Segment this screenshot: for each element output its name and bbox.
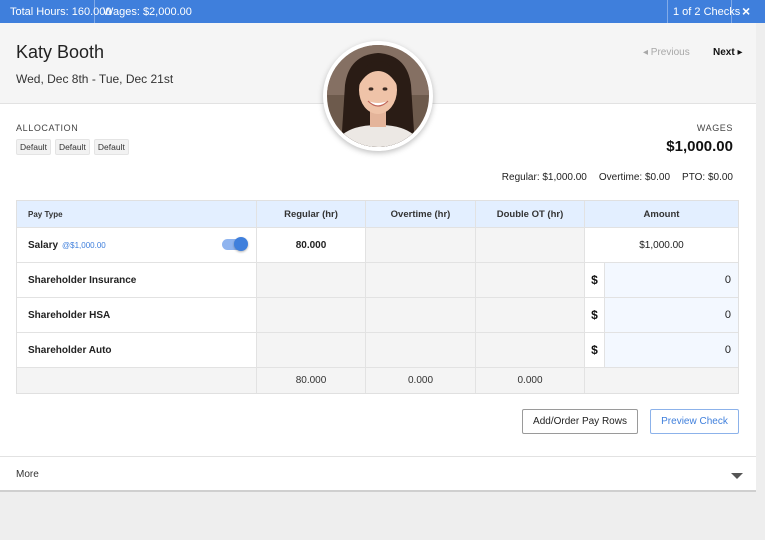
regular-hours-cell [257,333,366,367]
avatar [323,41,433,151]
topbar-divider [94,0,95,23]
total-hours-text: Total Hours: 160.000 [10,6,112,18]
table-row: Shareholder HSA $ 0 [17,298,738,333]
pay-type-label: Shareholder Auto [17,333,257,367]
regular-hours-input[interactable]: 80.000 [257,228,366,262]
table-row: Shareholder Auto $ 0 [17,333,738,368]
more-label: More [16,469,39,480]
allocation-chips: Default Default Default [16,139,129,155]
allocation-chip[interactable]: Default [54,139,90,155]
table-header-row: Pay Type Regular (hr) Overtime (hr) Doub… [17,201,738,228]
table-row: Salary @$1,000.00 80.000 $1,000.00 [17,228,738,263]
amount-cell: $1,000.00 [639,239,684,251]
overtime-hours-cell [366,298,476,332]
total-double-ot: 0.000 [476,368,585,393]
overtime-hours-cell [366,333,476,367]
amount-input[interactable]: 0 [605,263,738,297]
previous-button[interactable]: ◂ Previous [643,47,690,58]
wage-breakdown: Regular: $1,000.00 Overtime: $0.00 PTO: … [502,172,733,183]
table-row: Shareholder Insurance $ 0 [17,263,738,298]
employee-name: Katy Booth [16,42,105,62]
next-button[interactable]: Next ▸ [713,47,742,58]
pay-period-dates: Wed, Dec 8th - Tue, Dec 21st [16,72,174,86]
add-order-pay-rows-button[interactable]: Add/Order Pay Rows [522,409,638,434]
regular-hours-cell [257,263,366,297]
pay-type-label: Shareholder HSA [17,298,257,332]
double-ot-hours-cell [476,228,585,262]
total-amount [585,368,738,393]
pay-type-cell: Salary @$1,000.00 [17,228,257,262]
total-overtime: 0.000 [366,368,476,393]
preview-check-button[interactable]: Preview Check [650,409,739,434]
header-regular: Regular (hr) [257,201,366,227]
header-pay-type: Pay Type [17,201,257,227]
overtime-wages: Overtime: $0.00 [598,172,671,183]
topbar-divider [667,0,668,23]
pay-type-label: Salary [28,239,59,251]
wages-text: Wages: $2,000.00 [103,6,192,18]
dollar-icon: $ [585,298,605,332]
header-amount: Amount [643,208,680,220]
pay-type-label: Shareholder Insurance [17,263,257,297]
overtime-hours-cell [366,228,476,262]
allocation-chip[interactable]: Default [93,139,129,155]
dollar-icon: $ [585,333,605,367]
double-ot-hours-cell [476,298,585,332]
allocation-chip[interactable]: Default [16,139,51,155]
wages-amount: $1,000.00 [666,138,733,155]
total-regular: 80.000 [257,368,366,393]
close-icon[interactable]: × [742,3,750,19]
employee-photo-icon [327,45,429,147]
regular-hours-cell [257,298,366,332]
pto-wages: PTO: $0.00 [682,172,733,183]
header-double-ot: Double OT (hr) [476,201,585,227]
topbar-divider [731,0,732,23]
chevron-down-icon [731,473,743,479]
salary-toggle[interactable] [222,237,248,251]
dollar-icon: $ [585,263,605,297]
amount-input[interactable]: 0 [605,298,738,332]
totals-row: 80.000 0.000 0.000 [17,368,738,393]
totals-label-cell [17,368,257,393]
amount-input[interactable]: 0 [605,333,738,367]
amount-cell: $ 0 [585,333,738,367]
pay-rows-table: Pay Type Regular (hr) Overtime (hr) Doub… [16,200,739,394]
salary-rate: @$1,000.00 [62,240,106,250]
wages-title: WAGES [696,123,733,133]
allocation-title: ALLOCATION [16,123,79,133]
regular-wages: Regular: $1,000.00 [501,172,587,183]
double-ot-hours-cell [476,333,585,367]
toggle-knob [234,237,248,251]
amount-cell: $ 0 [585,298,738,332]
double-ot-hours-cell [476,263,585,297]
top-summary-bar: Total Hours: 160.000 Wages: $2,000.00 1 … [0,0,765,23]
header-overtime: Overtime (hr) [366,201,476,227]
check-card: Katy Booth Wed, Dec 8th - Tue, Dec 21st … [0,23,756,492]
amount-cell: $ 0 [585,263,738,297]
overtime-hours-cell [366,263,476,297]
more-section-toggle[interactable]: More [0,456,756,492]
